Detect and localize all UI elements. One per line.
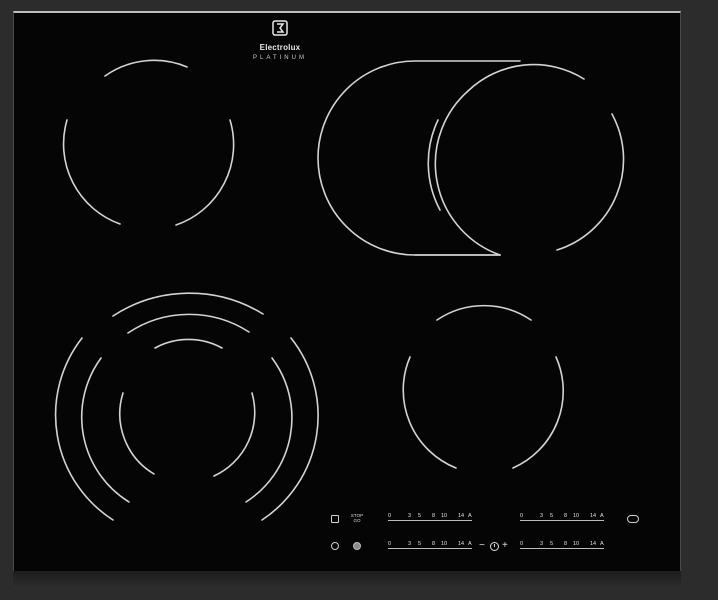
slider-tick: 8 <box>564 541 568 547</box>
slider-bottom-left[interactable]: 0 3 5 8 10 14 A <box>388 541 472 551</box>
brand-series: PLATINUM <box>253 55 307 61</box>
slider-tick: 5 <box>418 541 422 547</box>
slider-tick: 8 <box>432 513 436 519</box>
slider-tick: 5 <box>418 513 422 519</box>
slider-tick: 5 <box>550 513 554 519</box>
slider-tick: 3 <box>540 513 544 519</box>
electrolux-logo-icon <box>272 20 288 36</box>
slider-tick: 3 <box>408 513 412 519</box>
child-lock-icon[interactable] <box>331 515 339 523</box>
zone-rear-left[interactable] <box>62 59 235 226</box>
timer-plus-button[interactable]: + <box>502 541 508 551</box>
slider-tick: 0 <box>388 541 392 547</box>
slider-tick: 8 <box>432 541 436 547</box>
pause-icon[interactable] <box>353 542 361 550</box>
slider-tick: 3 <box>540 541 544 547</box>
slider-bottom-right[interactable]: 0 3 5 8 10 14 A <box>520 541 604 551</box>
slider-tick: 3 <box>408 541 412 547</box>
slider-tick: 0 <box>388 513 392 519</box>
go-label: GO <box>353 518 361 523</box>
brand-name: Electrolux <box>259 43 301 52</box>
slider-tick: 10 <box>441 541 448 547</box>
cooking-zones <box>54 59 625 521</box>
slider-tick: 14 <box>590 513 597 519</box>
bridge-toggle-icon[interactable] <box>627 515 639 523</box>
slider-tick: 14 <box>458 541 465 547</box>
slider-tick: A <box>600 541 604 547</box>
slider-tick: 14 <box>458 513 465 519</box>
slider-tick: 8 <box>564 513 568 519</box>
timer-minus-button[interactable]: − <box>479 541 485 551</box>
slider-tick: A <box>468 541 472 547</box>
slider-rail <box>520 548 604 549</box>
stop-go-button[interactable]: STOP GO <box>350 513 364 523</box>
slider-tick: 0 <box>520 513 524 519</box>
slider-top-right[interactable]: 0 3 5 8 10 14 A <box>520 513 604 523</box>
power-icon[interactable] <box>331 542 339 550</box>
slider-rail <box>520 520 604 521</box>
zone-front-right[interactable] <box>402 304 565 469</box>
zone-rear-right[interactable] <box>317 60 625 256</box>
slider-rail <box>388 548 472 549</box>
slider-tick: 10 <box>573 513 580 519</box>
brand-badge: Electrolux PLATINUM <box>240 20 320 61</box>
slider-top-left[interactable]: 0 3 5 8 10 14 A <box>388 513 472 523</box>
slider-tick: 5 <box>550 541 554 547</box>
slider-tick: 14 <box>590 541 597 547</box>
slider-tick: 10 <box>441 513 448 519</box>
slider-tick: 0 <box>520 541 524 547</box>
slider-rail <box>388 520 472 521</box>
zone-front-left[interactable] <box>54 292 319 521</box>
timer-icon <box>490 542 499 551</box>
slider-tick: A <box>600 513 604 519</box>
slider-tick: 10 <box>573 541 580 547</box>
slider-tick: A <box>468 513 472 519</box>
